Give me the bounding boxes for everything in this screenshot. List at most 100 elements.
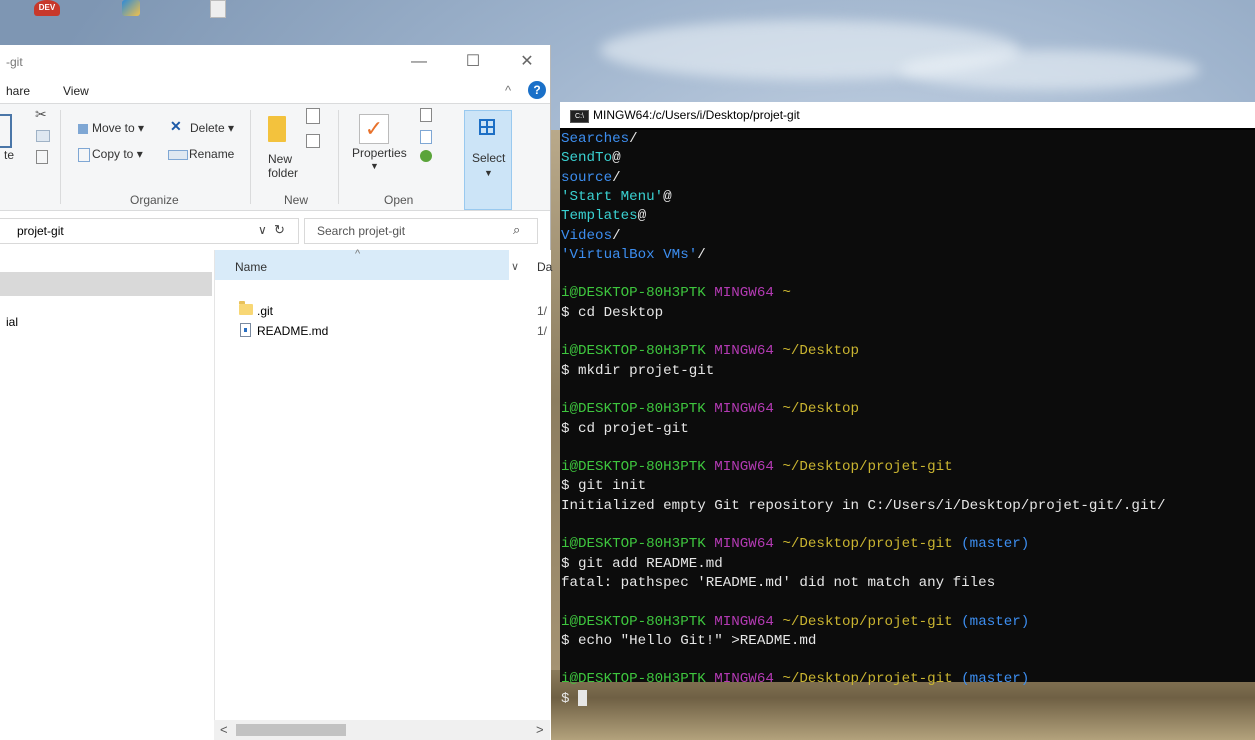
terminal-text: i@DESKTOP-80H3PTK <box>561 343 715 360</box>
terminal-text: (master) <box>961 536 1030 553</box>
history-icon[interactable] <box>420 150 432 162</box>
edit-icon[interactable] <box>420 130 432 144</box>
terminal-text: $ git add README.md <box>561 555 723 572</box>
close-button[interactable]: ✕ <box>504 49 550 75</box>
terminal-line: SendTo@ <box>561 149 621 168</box>
terminal-text: ~/Desktop/projet-git <box>782 459 953 476</box>
select-dropdown-icon: ▼ <box>484 168 493 178</box>
copy-path-icon[interactable] <box>36 130 50 142</box>
terminal-icon: C:\ <box>570 110 589 123</box>
terminal-text: ~ <box>782 285 791 302</box>
paste-shortcut-icon[interactable] <box>36 150 48 164</box>
terminal-line: Templates@ <box>561 207 646 226</box>
terminal-text: $ <box>561 690 579 707</box>
terminal-line: $ cd projet-git <box>561 420 689 439</box>
terminal-text: i@DESKTOP-80H3PTK <box>561 671 715 688</box>
terminal-line: Videos/ <box>561 227 621 246</box>
terminal-line: $ cd Desktop <box>561 304 663 323</box>
terminal-line: i@DESKTOP-80H3PTK MINGW64 ~ <box>561 284 791 303</box>
virtualbox-icon[interactable] <box>122 0 140 16</box>
terminal-line: Searches/ <box>561 130 638 149</box>
move-to-label: Move to <box>92 121 135 135</box>
terminal-text: ~/Desktop/projet-git <box>782 671 962 688</box>
terminal-line: $ echo "Hello Git!" >README.md <box>561 632 816 651</box>
terminal-line: $ git add README.md <box>561 555 723 574</box>
delete-button[interactable]: Delete ▾ <box>190 121 234 135</box>
paste-button[interactable]: te <box>4 148 14 162</box>
refresh-icon[interactable]: ↻ <box>274 222 285 238</box>
select-button[interactable]: Select ▼ <box>464 110 512 210</box>
rename-button[interactable]: Rename <box>189 147 234 161</box>
terminal-line: i@DESKTOP-80H3PTK MINGW64 ~/Desktop <box>561 342 859 361</box>
file-name: README.md <box>257 324 329 338</box>
new-item-icon[interactable] <box>306 108 320 124</box>
nav-item-selected[interactable] <box>0 272 212 296</box>
new-folder-button[interactable]: New folder <box>268 152 298 180</box>
file-row[interactable]: README.md 1/ <box>215 321 551 341</box>
terminal-text: MINGW64 <box>714 671 783 688</box>
terminal-text: i@DESKTOP-80H3PTK <box>561 459 715 476</box>
properties-button[interactable]: Properties <box>352 146 407 160</box>
help-icon[interactable]: ? <box>528 81 546 99</box>
terminal-text: / <box>612 169 621 186</box>
nav-item-label[interactable]: ial <box>6 315 18 329</box>
terminal-text: $ cd projet-git <box>561 420 689 437</box>
search-input[interactable]: Search projet-git ⌕ <box>304 218 538 244</box>
terminal-text: Templates <box>561 208 638 225</box>
terminal-titlebar[interactable]: C:\ MINGW64:/c/Users/i/Desktop/projet-gi… <box>560 102 1255 128</box>
terminal-text: i@DESKTOP-80H3PTK <box>561 613 715 630</box>
terminal-line: source/ <box>561 169 621 188</box>
search-placeholder: Search projet-git <box>317 224 406 238</box>
address-field[interactable]: projet-git ∨ ↻ <box>0 218 299 244</box>
clipboard-icon[interactable] <box>0 114 12 148</box>
copy-to-label: Copy to <box>92 147 134 161</box>
column-header-name[interactable]: Name ^ <box>215 248 509 280</box>
move-to-button[interactable]: Move to ▾ <box>92 121 144 135</box>
tab-view[interactable]: View <box>63 84 89 98</box>
terminal-line: Initialized empty Git repository in C:/U… <box>561 497 1166 516</box>
easy-access-icon[interactable] <box>306 134 320 148</box>
scroll-right-icon[interactable]: > <box>536 722 544 737</box>
cut-icon[interactable]: ✂ <box>35 106 47 123</box>
terminal-line: i@DESKTOP-80H3PTK MINGW64 ~/Desktop/proj… <box>561 613 1029 632</box>
collapse-ribbon-icon[interactable]: ^ <box>505 83 511 98</box>
terminal-text: MINGW64 <box>714 613 783 630</box>
terminal-output[interactable]: Searches/SendTo@ source/'Start Menu'@ Temp… <box>560 130 1255 707</box>
terminal-text: $ git init <box>561 478 647 495</box>
sort-ascending-icon: ^ <box>355 248 361 260</box>
terminal-text: / <box>697 246 706 263</box>
search-icon[interactable]: ⌕ <box>513 222 520 238</box>
address-path: projet-git <box>17 224 64 238</box>
document-icon[interactable] <box>210 0 226 18</box>
terminal-text: (master) <box>961 671 1030 688</box>
column-dropdown-icon[interactable]: ∨ <box>511 260 519 273</box>
markdown-file-icon <box>240 323 251 337</box>
terminal-text: i@DESKTOP-80H3PTK <box>561 536 715 553</box>
dev-cpp-icon[interactable]: DEV <box>34 0 60 16</box>
open-icon[interactable] <box>420 108 432 122</box>
explorer-titlebar[interactable]: -git — ☐ ✕ <box>0 45 550 79</box>
terminal-line: $ mkdir projet-git <box>561 362 714 381</box>
properties-dropdown-icon[interactable]: ▼ <box>370 161 379 171</box>
chevron-down-icon[interactable]: ∨ <box>258 223 267 237</box>
file-list: Name ^ ∨ Da .git 1/ README.md 1/ <box>214 248 552 740</box>
terminal-text: fatal: pathspec 'README.md' did not matc… <box>561 574 996 591</box>
terminal-text: ~/Desktop <box>782 343 859 360</box>
git-bash-terminal-window[interactable]: C:\ MINGW64:/c/Users/i/Desktop/projet-gi… <box>560 102 1255 707</box>
file-row[interactable]: .git 1/ <box>215 301 551 321</box>
rename-icon <box>168 150 188 160</box>
scroll-thumb[interactable] <box>236 724 346 736</box>
minimize-button[interactable]: — <box>396 49 442 75</box>
tab-share[interactable]: hare <box>6 84 30 98</box>
move-to-icon <box>78 124 88 134</box>
maximize-button[interactable]: ☐ <box>450 49 496 75</box>
terminal-text: @ <box>637 208 647 225</box>
scroll-left-icon[interactable]: < <box>220 722 228 737</box>
copy-to-button[interactable]: Copy to ▾ <box>92 147 143 161</box>
column-header-date[interactable]: Da <box>537 260 552 274</box>
ribbon-tabs: hare View ^ ? <box>0 79 550 103</box>
horizontal-scrollbar[interactable]: < > <box>214 720 550 740</box>
group-separator <box>338 110 339 204</box>
terminal-text: ~/Desktop <box>782 401 859 418</box>
copy-to-icon <box>78 148 90 162</box>
